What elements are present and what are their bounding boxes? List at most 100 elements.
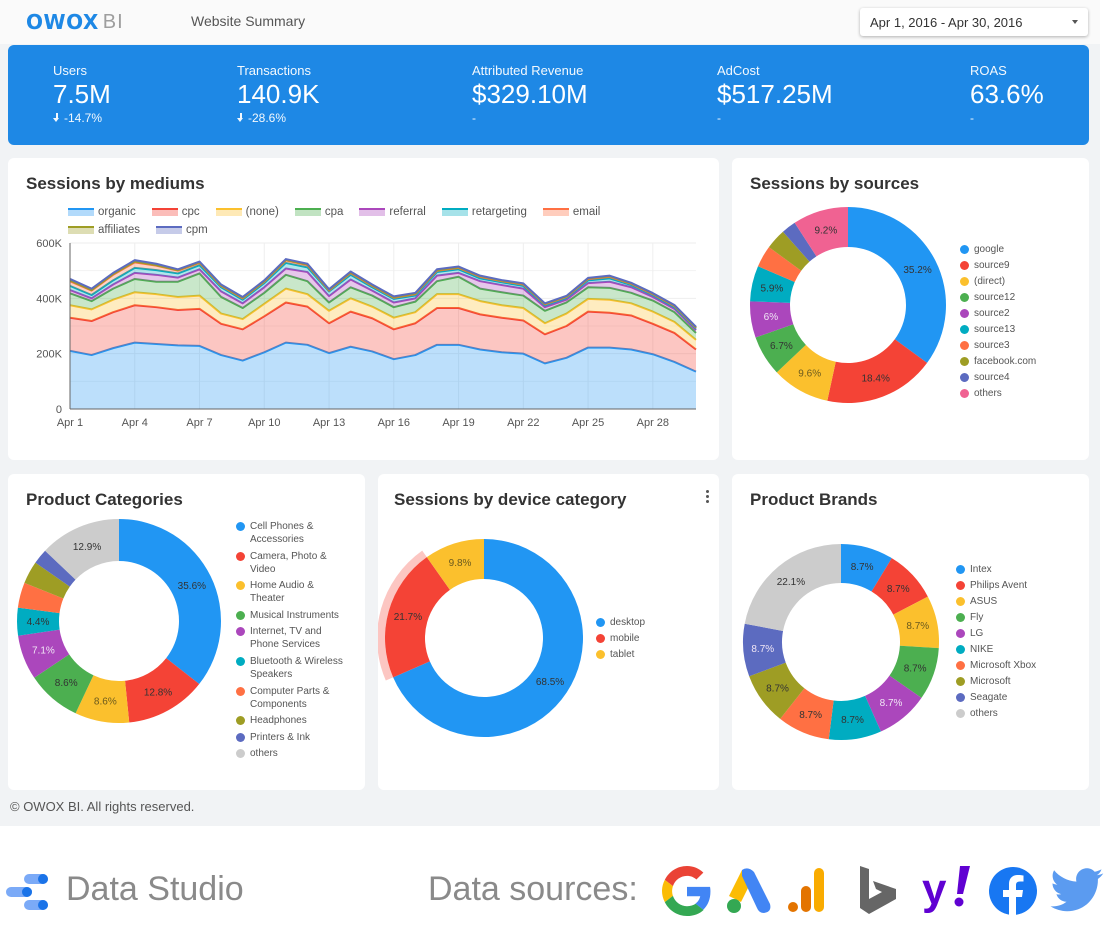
legend-item[interactable]: Fly <box>956 611 1036 624</box>
legend-label: facebook.com <box>974 356 1037 367</box>
slice-value-label: 8.7% <box>904 663 927 674</box>
kpi-delta: -14.7% <box>53 111 111 125</box>
legend-item[interactable]: Musical Instruments <box>236 609 361 622</box>
owox-bi-logo: OWOX BI <box>26 10 124 34</box>
legend-dot <box>956 597 965 606</box>
legend-item[interactable]: Printers & Ink <box>236 731 361 744</box>
stacked-area-chart[interactable]: 0 200K 400K 600K Apr 1 Apr 4 Apr 7 Apr 10 Apr 13… <box>8 158 719 460</box>
x-tick-label: Apr 13 <box>313 417 345 429</box>
legend-item[interactable]: others <box>960 387 1036 400</box>
slice-cell-phones-accessories[interactable] <box>119 519 222 685</box>
legend-label: Seagate <box>970 692 1008 703</box>
legend-label: others <box>974 388 1002 399</box>
slice-value-label: 8.6% <box>55 678 78 689</box>
legend-item[interactable]: mobile <box>596 632 645 645</box>
chart-legend: google source9 (direct) source12 source2 sour… <box>960 243 1036 403</box>
legend-label: Microsoft <box>970 676 1011 687</box>
date-range-picker[interactable]: Apr 1, 2016 - Apr 30, 2016 <box>860 8 1088 36</box>
legend-item[interactable]: Microsoft <box>956 675 1036 688</box>
legend-label: Internet, TV and Phone Services <box>250 626 322 651</box>
legend-item[interactable]: source12 <box>960 291 1036 304</box>
legend-item[interactable]: source13 <box>960 323 1036 336</box>
legend-item[interactable]: Intex <box>956 563 1036 576</box>
x-tick-label: Apr 1 <box>57 417 83 429</box>
product-brands-card: Product Brands 8.7% 8.7% 8.7% 8.7% 8.7% 8.7% 8… <box>732 474 1089 790</box>
legend-item[interactable]: Internet, TV and Phone Services <box>236 625 361 651</box>
bing-icon <box>860 866 896 914</box>
legend-item[interactable]: Headphones <box>236 714 361 727</box>
legend-item[interactable]: Bluetooth & Wireless Speakers <box>236 655 361 681</box>
x-tick-label: Apr 16 <box>378 417 410 429</box>
slice-value-label: 12.8% <box>144 687 172 698</box>
kpi-delta-value: -14.7% <box>64 111 103 125</box>
legend-label: Home Audio & Theater <box>250 580 314 605</box>
legend-dot <box>956 661 965 670</box>
legend-dot <box>236 749 245 759</box>
legend-dot <box>960 277 969 286</box>
kpi-users[interactable]: Users 7.5M -14.7% <box>53 63 111 125</box>
legend-dot <box>960 389 969 398</box>
legend-item[interactable]: source2 <box>960 307 1036 320</box>
slice-value-label: 9.6% <box>798 368 821 379</box>
legend-label: Camera, Photo & Video <box>250 550 327 575</box>
slice-value-label: 21.7% <box>394 612 422 623</box>
legend-item[interactable]: google <box>960 243 1036 256</box>
legend-label: Computer Parts & Components <box>250 685 330 710</box>
legend-item[interactable]: desktop <box>596 616 645 629</box>
legend-item[interactable]: (direct) <box>960 275 1036 288</box>
kpi-label: ROAS <box>970 63 1007 78</box>
slice-value-label: 6.7% <box>770 341 793 352</box>
legend-item[interactable]: NIKE <box>956 643 1036 656</box>
kpi-value: 140.9K <box>237 79 320 109</box>
y-tick-label: 600K <box>36 238 62 250</box>
kpi-adcost[interactable]: AdCost $517.25M - <box>717 63 833 125</box>
legend-item[interactable]: Home Audio & Theater <box>236 579 361 605</box>
legend-item[interactable]: facebook.com <box>960 355 1036 368</box>
slice-value-label: 8.7% <box>799 710 822 721</box>
legend-dot <box>596 634 605 643</box>
legend-label: google <box>974 244 1005 255</box>
slice-value-label: 35.6% <box>178 581 206 592</box>
legend-item[interactable]: source3 <box>960 339 1036 352</box>
legend-label: Philips Avent <box>970 580 1028 591</box>
kpi-transactions[interactable]: Transactions 140.9K -28.6% <box>237 63 319 125</box>
kpi-attributed-revenue[interactable]: Attributed Revenue $329.10M - <box>472 63 588 125</box>
legend-item[interactable]: Philips Avent <box>956 579 1036 592</box>
legend-item[interactable]: ASUS <box>956 595 1036 608</box>
kpi-roas[interactable]: ROAS 63.6% - <box>970 63 1044 125</box>
legend-label: NIKE <box>970 644 994 655</box>
legend-item[interactable]: Camera, Photo & Video <box>236 550 361 576</box>
slice-value-label: 9.2% <box>814 226 837 237</box>
legend-label: source3 <box>974 340 1010 351</box>
legend-item[interactable]: others <box>236 747 361 760</box>
legend-item[interactable]: tablet <box>596 648 645 661</box>
slice-google[interactable] <box>848 207 946 363</box>
kpi-value: 7.5M <box>53 79 111 109</box>
legend-dot <box>236 610 245 620</box>
legend-label: Musical Instruments <box>250 609 339 621</box>
legend-dot <box>956 565 965 574</box>
legend-label: Bluetooth & Wireless Speakers <box>250 655 343 680</box>
legend-item[interactable]: Computer Parts & Components <box>236 685 361 711</box>
legend-dot <box>960 293 969 302</box>
slice-value-label: 8.7% <box>851 562 874 573</box>
legend-item[interactable]: Seagate <box>956 691 1036 704</box>
legend-item[interactable]: Microsoft Xbox <box>956 659 1036 672</box>
legend-item[interactable]: Cell Phones & Accessories <box>236 520 361 546</box>
google-ads-icon <box>727 868 771 913</box>
legend-item[interactable]: source4 <box>960 371 1036 384</box>
legend-dot <box>956 629 965 638</box>
legend-item[interactable]: LG <box>956 627 1036 640</box>
legend-dot <box>960 261 969 270</box>
data-sources-label: Data sources: <box>428 870 638 908</box>
kpi-label: AdCost <box>717 63 760 78</box>
slice-value-label: 35.2% <box>903 265 931 276</box>
x-tick-label: Apr 10 <box>248 417 280 429</box>
chart-legend: desktop mobile tablet <box>596 616 645 664</box>
legend-label: Intex <box>970 564 992 575</box>
legend-item[interactable]: source9 <box>960 259 1036 272</box>
donut-chart[interactable]: 68.5% 21.7% 9.8% <box>378 474 719 790</box>
legend-item[interactable]: others <box>956 707 1036 720</box>
page-title: Website Summary <box>191 13 306 29</box>
legend-dot <box>960 309 969 318</box>
